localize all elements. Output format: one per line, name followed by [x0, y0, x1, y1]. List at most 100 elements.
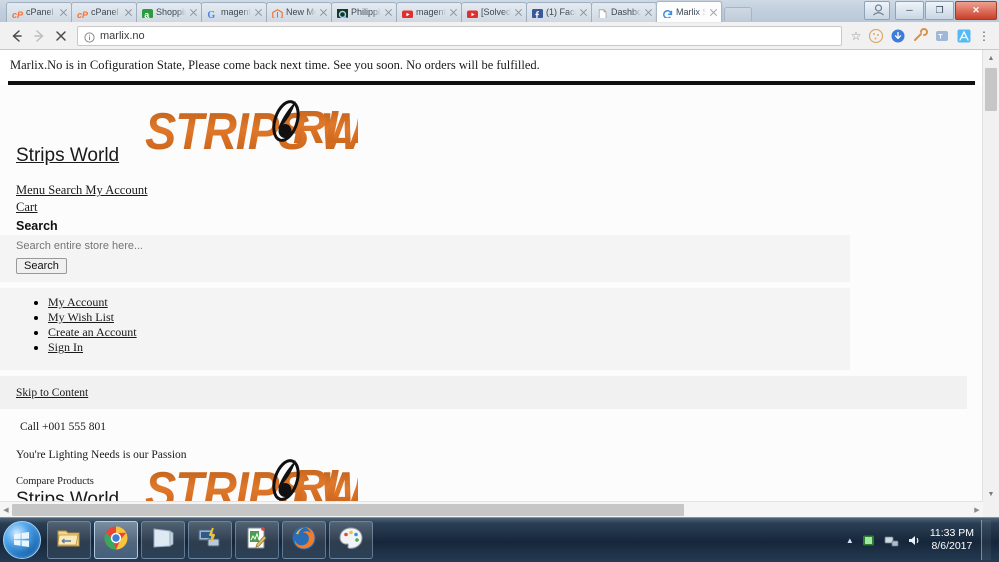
- cart-link[interactable]: Cart: [16, 200, 38, 214]
- browser-tab[interactable]: Gmagento: [201, 2, 267, 22]
- windows-start-orb-icon[interactable]: [3, 521, 41, 559]
- browser-toolbar[interactable]: marlix.no ☆ ⋮: [0, 22, 999, 50]
- footer-logo-row: Strips World STRIPS W RLD: [0, 459, 983, 502]
- scroll-left-arrow[interactable]: ◀: [0, 502, 12, 518]
- taskbar-button-chrome[interactable]: [94, 521, 138, 559]
- account-link[interactable]: My Wish List: [48, 310, 114, 324]
- tab-close-icon[interactable]: [449, 8, 458, 17]
- show-hidden-icons-button[interactable]: ▲: [846, 536, 854, 545]
- tab-close-icon[interactable]: [579, 8, 588, 17]
- call-info: Call +001 555 801: [20, 421, 107, 433]
- bookmark-star-icon[interactable]: ☆: [847, 29, 865, 43]
- magento-icon: [272, 7, 283, 18]
- skip-to-content-bar[interactable]: Skip to Content: [0, 376, 967, 409]
- top-links-line-1[interactable]: Menu Search My Account: [0, 181, 983, 198]
- minimize-button[interactable]: ─: [895, 1, 924, 20]
- account-link[interactable]: My Account: [48, 295, 108, 309]
- stop-x-icon[interactable]: [50, 25, 72, 47]
- new-tab-button[interactable]: [724, 7, 752, 21]
- search-input[interactable]: [16, 239, 142, 252]
- browser-tab[interactable]: Dashbo: [591, 2, 657, 22]
- taskbar-button-sticky-notes[interactable]: [141, 521, 185, 559]
- taskbar-button-network-tool[interactable]: [188, 521, 232, 559]
- browser-tab[interactable]: magento: [396, 2, 462, 22]
- svg-text:RLD: RLD: [293, 460, 358, 502]
- account-link-item[interactable]: Sign In: [48, 341, 850, 353]
- header-logo-row: Strips World STRIPS W RLD: [0, 85, 983, 181]
- account-link[interactable]: Create an Account: [48, 325, 137, 339]
- windows-taskbar[interactable]: ▲ 11:33 PM 8/6/2017: [0, 517, 999, 562]
- cookie-icon[interactable]: [865, 25, 887, 47]
- browser-tab[interactable]: aShopping: [136, 2, 202, 22]
- tab-close-icon[interactable]: [124, 8, 133, 17]
- volume-icon[interactable]: [907, 532, 923, 548]
- tab-close-icon[interactable]: [514, 8, 523, 17]
- back-arrow-icon[interactable]: [6, 25, 28, 47]
- tab-close-icon[interactable]: [319, 8, 328, 17]
- wrench-icon[interactable]: [909, 25, 931, 47]
- vertical-scrollbar[interactable]: ▲ ▼: [982, 50, 999, 502]
- adblock-icon[interactable]: [953, 25, 975, 47]
- browser-tab[interactable]: cPcPanel F: [71, 2, 137, 22]
- top-links-line-2[interactable]: Cart: [0, 198, 983, 215]
- account-link[interactable]: Sign In: [48, 340, 83, 354]
- horizontal-scroll-thumb[interactable]: [12, 504, 684, 516]
- network-icon[interactable]: [884, 532, 900, 548]
- title-bar: cPcPanel - cPcPanel FaShoppingGmagentoNe…: [0, 0, 999, 22]
- scroll-up-arrow[interactable]: ▲: [983, 50, 999, 66]
- strips-world-logo-icon-footer[interactable]: STRIPS W RLD: [143, 450, 386, 502]
- cpanel-icon: cP: [77, 7, 88, 18]
- taskbar-button-paint[interactable]: [329, 521, 373, 559]
- google-icon: G: [207, 7, 218, 18]
- forward-arrow-icon: [28, 25, 50, 47]
- vertical-scroll-thumb[interactable]: [985, 68, 997, 111]
- close-button[interactable]: ✕: [955, 1, 997, 20]
- browser-tab[interactable]: Marlix S: [656, 1, 722, 22]
- chrome-menu-icon[interactable]: ⋮: [975, 30, 993, 42]
- taskbar-button-notepad[interactable]: [235, 521, 279, 559]
- battery-icon[interactable]: [861, 532, 877, 548]
- system-tray[interactable]: ▲ 11:33 PM 8/6/2017: [846, 520, 999, 560]
- skip-to-content-link[interactable]: Skip to Content: [16, 387, 88, 399]
- taskbar-buttons[interactable]: [47, 521, 373, 559]
- user-profile-button[interactable]: [864, 1, 890, 20]
- show-desktop-button[interactable]: [981, 520, 991, 560]
- browser-tab[interactable]: (1) Face: [526, 2, 592, 22]
- horizontal-scrollbar[interactable]: ◀ ▶: [0, 501, 983, 518]
- browser-tab[interactable]: New Me: [266, 2, 332, 22]
- account-links-list[interactable]: My AccountMy Wish ListCreate an AccountS…: [0, 292, 850, 362]
- account-link-item[interactable]: Create an Account: [48, 326, 850, 338]
- tab-close-icon[interactable]: [254, 8, 263, 17]
- strips-world-logo-icon[interactable]: STRIPS W RLD: [143, 91, 386, 161]
- clock-time: 11:33 PM: [929, 527, 974, 539]
- address-bar-url[interactable]: marlix.no: [100, 30, 145, 42]
- translate-icon[interactable]: [931, 25, 953, 47]
- tab-close-icon[interactable]: [644, 8, 653, 17]
- taskbar-button-explorer[interactable]: [47, 521, 91, 559]
- browser-tab[interactable]: Philippin: [331, 2, 397, 22]
- browser-tab[interactable]: cP cPanel -: [6, 2, 72, 22]
- omnibox[interactable]: marlix.no: [77, 25, 842, 46]
- tab-label: Philippin: [351, 7, 381, 17]
- philippines-icon: [337, 7, 348, 18]
- menu-search-account-link[interactable]: Menu Search My Account: [16, 183, 148, 197]
- account-link-item[interactable]: My Account: [48, 296, 850, 308]
- tab-label: (1) Face: [546, 7, 576, 17]
- taskbar-clock[interactable]: 11:33 PM 8/6/2017: [930, 527, 974, 553]
- maximize-button[interactable]: ❐: [925, 1, 954, 20]
- window-controls[interactable]: ─ ❐ ✕: [864, 1, 997, 20]
- tab-strip[interactable]: cPcPanel - cPcPanel FaShoppingGmagentoNe…: [0, 0, 890, 22]
- browser-tab[interactable]: [Solved]: [461, 2, 527, 22]
- scroll-down-arrow[interactable]: ▼: [983, 486, 999, 502]
- taskbar-button-firefox[interactable]: [282, 521, 326, 559]
- tab-close-icon[interactable]: [59, 8, 68, 17]
- scroll-right-arrow[interactable]: ▶: [971, 502, 983, 518]
- store-name-link[interactable]: Strips World: [16, 145, 119, 167]
- search-button[interactable]: Search: [16, 258, 67, 274]
- download-icon[interactable]: [887, 25, 909, 47]
- tab-close-icon[interactable]: [189, 8, 198, 17]
- account-link-item[interactable]: My Wish List: [48, 311, 850, 323]
- info-circle-icon[interactable]: [84, 30, 95, 43]
- tab-close-icon[interactable]: [384, 8, 393, 17]
- tab-close-icon[interactable]: [709, 8, 718, 17]
